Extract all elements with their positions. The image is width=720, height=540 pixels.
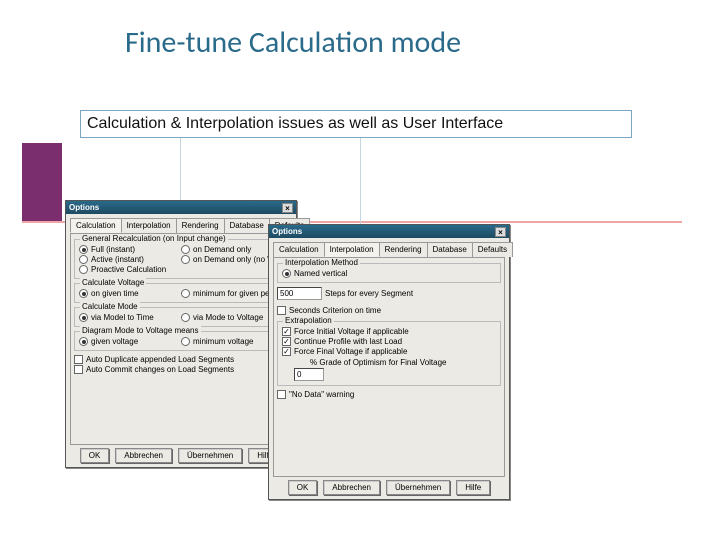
tab-database[interactable]: Database <box>224 218 270 233</box>
check-label: "No Data" warning <box>289 390 354 399</box>
check-force-initial-voltage[interactable] <box>282 327 291 336</box>
radio-label: on Demand only <box>193 245 251 254</box>
pct-input[interactable] <box>294 368 324 381</box>
tab-strip: Calculation Interpolation Rendering Data… <box>70 218 292 233</box>
tab-calculation[interactable]: Calculation <box>70 218 122 233</box>
radio-proactive[interactable] <box>79 265 88 274</box>
radio-label: via Mode to Voltage <box>193 313 263 322</box>
group-extrapolation: Extrapolation Force Initial Voltage if a… <box>277 321 501 386</box>
ok-button[interactable]: OK <box>288 480 318 495</box>
window-title: Options <box>69 203 99 212</box>
titlebar[interactable]: Options × <box>66 201 296 214</box>
tab-calculation[interactable]: Calculation <box>273 242 325 257</box>
radio-active-instant[interactable] <box>79 255 88 264</box>
tab-database[interactable]: Database <box>427 242 473 257</box>
apply-button[interactable]: Übernehmen <box>386 480 450 495</box>
group-diagram-mode: Diagram Mode to Voltage means given volt… <box>74 331 288 351</box>
group-legend: Extrapolation <box>283 316 334 325</box>
check-label: Auto Duplicate appended Load Segments <box>86 355 234 364</box>
radio-label: on given time <box>91 289 139 298</box>
pct-label: % Grade of Optimism for Final Voltage <box>310 358 447 367</box>
check-label: Force Initial Voltage if applicable <box>294 327 409 336</box>
tab-panel: General Recalculation (on Input change) … <box>70 233 292 445</box>
group-legend: Diagram Mode to Voltage means <box>80 326 201 335</box>
radio-on-demand-nowarn[interactable] <box>181 255 190 264</box>
radio-named-vertical[interactable] <box>282 269 291 278</box>
group-recalculation: General Recalculation (on Input change) … <box>74 239 288 279</box>
group-calc-voltage: Calculate Voltage on given time minimum … <box>74 283 288 303</box>
tab-defaults[interactable]: Defaults <box>472 242 513 257</box>
check-no-data-warning[interactable] <box>277 390 286 399</box>
radio-on-demand[interactable] <box>181 245 190 254</box>
apply-button[interactable]: Übernehmen <box>178 448 242 463</box>
check-label: Force Final Voltage if applicable <box>294 347 407 356</box>
group-legend: Interpolation Method <box>283 258 360 267</box>
button-row: OK Abbrechen Übernehmen Hilfe <box>269 480 509 495</box>
check-continue-profile[interactable] <box>282 337 291 346</box>
radio-full-instant[interactable] <box>79 245 88 254</box>
help-button[interactable]: Hilfe <box>456 480 490 495</box>
radio-label: via Model to Time <box>91 313 154 322</box>
radio-on-given-time[interactable] <box>79 289 88 298</box>
accent-block <box>22 143 62 221</box>
tab-strip: Calculation Interpolation Rendering Data… <box>273 242 505 257</box>
check-label: Continue Profile with last Load <box>294 337 402 346</box>
tab-interpolation[interactable]: Interpolation <box>121 218 177 233</box>
group-interp-method: Interpolation Method Named vertical <box>277 263 501 283</box>
tab-interpolation[interactable]: Interpolation <box>324 242 380 257</box>
check-label: Auto Commit changes on Load Segments <box>86 365 234 374</box>
steps-input[interactable] <box>277 287 322 300</box>
options-dialog-interpolation: Options × Calculation Interpolation Rend… <box>268 224 510 500</box>
radio-min-period[interactable] <box>181 289 190 298</box>
check-seconds-criterion[interactable] <box>277 306 286 315</box>
radio-label: Active (instant) <box>91 255 144 264</box>
group-legend: Calculate Mode <box>80 302 140 311</box>
cancel-button[interactable]: Abbrechen <box>323 480 380 495</box>
cancel-button[interactable]: Abbrechen <box>115 448 172 463</box>
radio-label: minimum voltage <box>193 337 253 346</box>
radio-given-voltage[interactable] <box>79 337 88 346</box>
close-icon[interactable]: × <box>282 203 293 213</box>
tab-panel: Interpolation Method Named vertical Step… <box>273 257 505 477</box>
steps-label: Steps for every Segment <box>325 289 413 298</box>
titlebar[interactable]: Options × <box>269 225 509 238</box>
radio-label: given voltage <box>91 337 138 346</box>
tab-rendering[interactable]: Rendering <box>176 218 225 233</box>
close-icon[interactable]: × <box>495 227 506 237</box>
check-auto-commit[interactable] <box>74 365 83 374</box>
radio-label: Full (instant) <box>91 245 135 254</box>
button-row: OK Abbrechen Übernehmen Hilfe <box>66 448 296 463</box>
radio-model-to-time[interactable] <box>79 313 88 322</box>
group-legend: General Recalculation (on Input change) <box>80 234 228 243</box>
radio-label: Named vertical <box>294 269 347 278</box>
group-calc-mode: Calculate Mode via Model to Time via Mod… <box>74 307 288 327</box>
check-force-final-voltage[interactable] <box>282 347 291 356</box>
arrow-to-interpolation <box>360 138 361 226</box>
group-legend: Calculate Voltage <box>80 278 146 287</box>
check-label: Seconds Criterion on time <box>289 306 381 315</box>
arrow-to-calculation <box>180 138 181 202</box>
radio-minimum-voltage[interactable] <box>181 337 190 346</box>
radio-label: Proactive Calculation <box>91 265 166 274</box>
check-auto-duplicate[interactable] <box>74 355 83 364</box>
ok-button[interactable]: OK <box>80 448 110 463</box>
window-title: Options <box>272 227 302 236</box>
radio-mode-to-voltage[interactable] <box>181 313 190 322</box>
tab-rendering[interactable]: Rendering <box>379 242 428 257</box>
options-dialog-calculation: Options × Calculation Interpolation Rend… <box>65 200 297 468</box>
subtitle: Calculation & Interpolation issues as we… <box>80 110 632 138</box>
slide-title: Fine-tune Calculation mode <box>125 24 461 61</box>
